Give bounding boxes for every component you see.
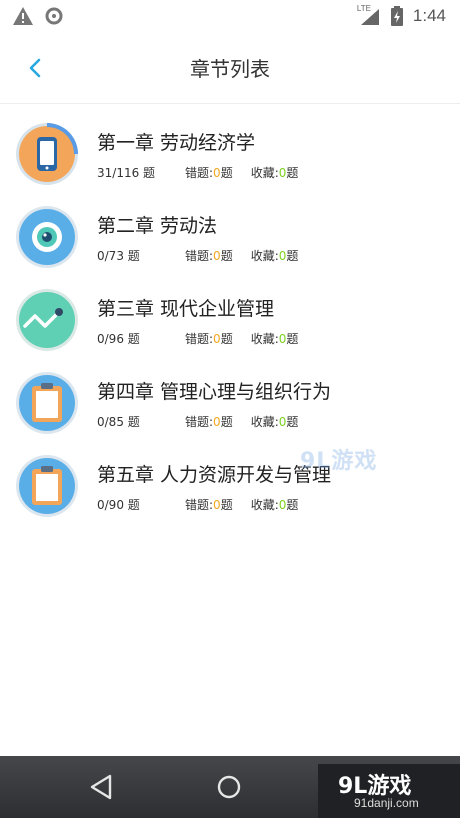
progress-count: 0/90 题	[97, 498, 140, 512]
wrong-label: 错题:	[185, 498, 214, 512]
wrong-count: 0	[213, 332, 221, 346]
progress-count: 0/73 题	[97, 249, 140, 263]
wrong-unit: 题	[220, 249, 233, 263]
chapter-stats: 0/85 题错题:0题 收藏:0题	[97, 413, 298, 430]
chapter-title: 第三章 现代企业管理	[97, 298, 275, 320]
status-right: LTE 1:44	[356, 4, 446, 26]
sync-icon	[45, 7, 63, 25]
signal-icon: LTE	[356, 4, 381, 26]
chapter-item-3[interactable]: 第三章 现代企业管理 0/96 题错题:0题 收藏:0题	[0, 272, 460, 355]
chapter-title: 第一章 劳动经济学	[97, 132, 256, 154]
clock: 1:44	[412, 6, 446, 25]
wrong-stat: 错题:0题	[185, 413, 233, 430]
eye-icon	[16, 206, 78, 268]
wrong-unit: 题	[220, 332, 233, 346]
watermark: 9L游戏	[300, 449, 378, 474]
chapter-list: 第一章 劳动经济学 31/116 题错题:0题 收藏:0题 第二章 劳动法 0/7…	[0, 106, 460, 521]
chapter-item-2[interactable]: 第二章 劳动法 0/73 题错题:0题 收藏:0题	[0, 189, 460, 272]
chapter-title: 第四章 管理心理与组织行为	[97, 381, 332, 403]
fav-label: 收藏:	[250, 332, 279, 346]
wrong-unit: 题	[220, 498, 233, 512]
brand-watermark: 9L游戏 91danji.com	[318, 764, 460, 818]
nav-home-icon[interactable]	[214, 772, 244, 802]
progress-count: 0/85 题	[97, 415, 140, 429]
clipboard-icon	[16, 372, 78, 434]
wrong-unit: 题	[220, 415, 233, 429]
clipboard-icon	[16, 455, 78, 517]
progress-count: 31/116 题	[97, 166, 156, 180]
fav-unit: 题	[286, 498, 299, 512]
progress-count: 0/96 题	[97, 332, 140, 346]
wrong-label: 错题:	[185, 166, 214, 180]
chapter-stats: 0/73 题错题:0题 收藏:0题	[97, 247, 298, 264]
fav-unit: 题	[286, 166, 299, 180]
wrong-stat: 错题:0题	[185, 247, 233, 264]
wrong-label: 错题:	[185, 415, 214, 429]
status-left	[12, 6, 64, 26]
fav-stat: 收藏:0题	[251, 330, 299, 347]
chapter-item-4[interactable]: 第四章 管理心理与组织行为 0/85 题错题:0题 收藏:0题	[0, 355, 460, 438]
wrong-label: 错题:	[185, 249, 214, 263]
battery-icon	[390, 6, 403, 26]
brand-url: 91danji.com	[354, 796, 419, 810]
chapter-title: 第五章 人力资源开发与管理	[97, 464, 332, 486]
wrong-count: 0	[213, 249, 221, 263]
phone-icon	[16, 123, 78, 185]
wrong-label: 错题:	[185, 332, 214, 346]
fav-stat: 收藏:0题	[251, 496, 299, 513]
status-bar: LTE 1:44	[0, 0, 460, 33]
wrong-count: 0	[213, 415, 221, 429]
wrong-unit: 题	[220, 166, 233, 180]
chapter-item-1[interactable]: 第一章 劳动经济学 31/116 题错题:0题 收藏:0题	[0, 106, 460, 189]
fav-label: 收藏:	[250, 166, 279, 180]
wrong-stat: 错题:0题	[185, 330, 233, 347]
fav-label: 收藏:	[250, 415, 279, 429]
fav-stat: 收藏:0题	[251, 413, 299, 430]
fav-stat: 收藏:0题	[251, 247, 299, 264]
wrong-count: 0	[213, 498, 221, 512]
nav-back-icon[interactable]	[88, 772, 116, 802]
fav-unit: 题	[286, 415, 299, 429]
warning-icon	[13, 7, 33, 25]
wrong-stat: 错题:0题	[185, 496, 233, 513]
header: 章节列表	[0, 33, 460, 104]
page-title: 章节列表	[190, 57, 270, 81]
chapter-stats: 31/116 题错题:0题 收藏:0题	[97, 164, 298, 181]
wrong-stat: 错题:0题	[185, 164, 233, 181]
wrong-count: 0	[213, 166, 221, 180]
network-type: LTE	[356, 4, 371, 13]
fav-label: 收藏:	[250, 498, 279, 512]
line-chart-icon	[16, 289, 78, 351]
fav-label: 收藏:	[250, 249, 279, 263]
fav-stat: 收藏:0题	[251, 164, 299, 181]
fav-unit: 题	[286, 249, 299, 263]
fav-unit: 题	[286, 332, 299, 346]
chapter-title: 第二章 劳动法	[97, 215, 218, 237]
chapter-stats: 0/90 题错题:0题 收藏:0题	[97, 496, 298, 513]
chapter-stats: 0/96 题错题:0题 收藏:0题	[97, 330, 298, 347]
chapter-item-5[interactable]: 第五章 人力资源开发与管理 0/90 题错题:0题 收藏:0题	[0, 438, 460, 521]
